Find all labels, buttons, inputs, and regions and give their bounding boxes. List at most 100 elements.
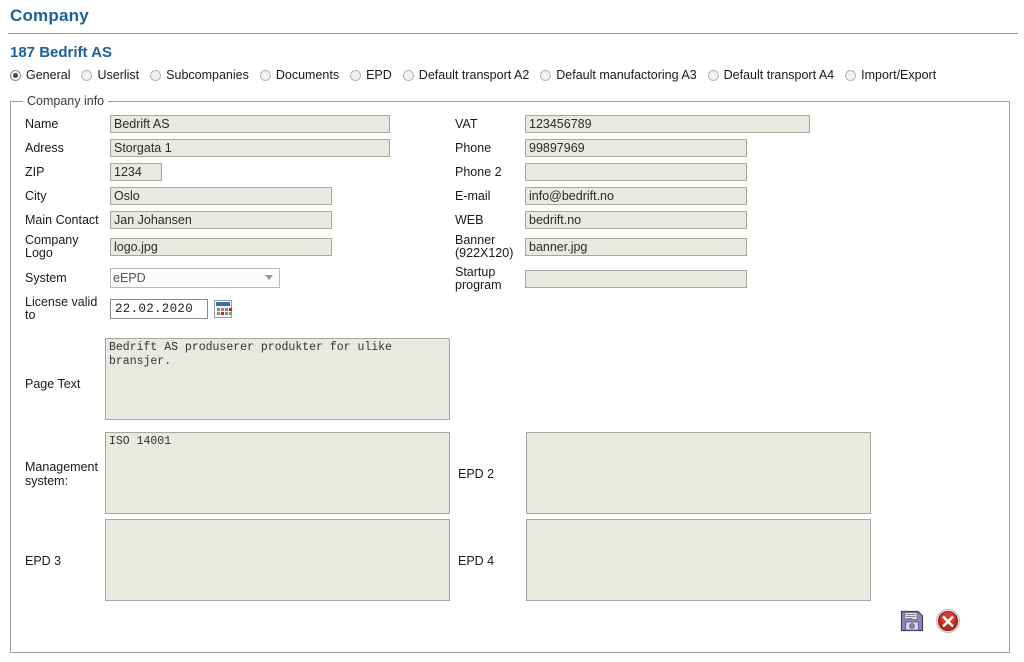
label-company-logo: Company Logo [25,234,110,260]
label-vat: VAT [455,116,478,131]
field-row-vat: VAT [455,112,875,136]
label-system: System [25,270,67,285]
label-phone2: Phone 2 [455,164,502,179]
label-banner: Banner (922X120) [455,234,525,260]
page-header: Company [0,0,1024,26]
label-line-1: Management [25,460,98,474]
tab-general[interactable]: General [10,68,70,82]
label-line-1: Banner [455,233,496,247]
zip-input[interactable] [110,163,162,181]
label-line-2: system: [25,474,69,488]
field-row-startup-program: Startup program [455,262,875,296]
email-input[interactable] [525,187,747,205]
radio-icon-general[interactable] [10,69,21,81]
label-line-2: program [455,278,502,292]
label-license-valid-to: License valid to [25,296,110,322]
save-button[interactable] [899,608,925,634]
label-main-contact: Main Contact [25,212,99,227]
tab-label: Default transport A4 [723,68,835,82]
tab-default-manufactoring-a3[interactable]: Default manufactoring A3 [540,68,697,82]
tab-label: EPD [366,68,392,82]
field-row-phone: Phone [455,136,875,160]
record-title: 187 Bedrift AS [10,44,112,61]
field-row-name: Name [25,112,465,136]
phone-input[interactable] [525,139,747,157]
label-email: E-mail [455,188,491,203]
field-row-system: System eEPD [25,262,465,294]
field-row-adress: Adress [25,136,465,160]
label-epd3: EPD 3 [25,554,62,568]
tab-import-export[interactable]: Import/Export [845,68,936,82]
field-row-license-valid-to: License valid to [25,294,465,324]
radio-icon-default-manufactoring-a3[interactable] [540,69,552,81]
radio-icon-documents[interactable] [259,69,271,81]
form-column-right: VAT Phone Phone 2 E-mail WEB [455,112,875,296]
fieldset-legend: Company info [23,94,109,108]
label-line-1: License valid [25,295,98,309]
tab-default-transport-a2[interactable]: Default transport A2 [402,68,530,82]
tab-label: Documents [275,68,340,82]
phone2-input[interactable] [525,163,747,181]
system-select[interactable]: eEPD [110,268,280,288]
tab-epd[interactable]: EPD [350,68,392,82]
tab-subcompanies[interactable]: Subcompanies [150,68,249,82]
tab-radio-group: General Userlist Subcompanies Documents … [10,68,1024,82]
adress-input[interactable] [110,139,390,157]
label-adress: Adress [25,140,64,155]
radio-icon-import-export[interactable] [845,69,857,81]
city-input[interactable] [110,187,332,205]
label-line-2: to [25,308,36,322]
radio-icon-userlist[interactable] [81,69,93,81]
main-contact-input[interactable] [110,211,332,229]
epd3-textarea[interactable] [105,519,450,601]
banner-input[interactable] [525,238,747,256]
tab-label: Subcompanies [166,68,249,82]
tab-label: Userlist [97,68,140,82]
name-input[interactable] [110,115,390,133]
cancel-button[interactable] [935,608,961,634]
tab-label: Import/Export [861,68,937,82]
company-info-fieldset: Company info Name Adress ZIP City Main C… [10,94,1010,653]
radio-icon-default-transport-a4[interactable] [707,69,719,81]
tab-label: Default transport A2 [418,68,530,82]
system-select-wrap[interactable]: eEPD [110,268,280,288]
label-zip: ZIP [25,164,45,179]
vat-input[interactable] [525,115,810,133]
radio-icon-default-transport-a2[interactable] [402,69,414,81]
management-system-textarea[interactable]: ISO 14001 [105,432,450,514]
company-logo-input[interactable] [110,238,332,256]
header-divider [8,33,1018,34]
tab-documents[interactable]: Documents [259,68,340,82]
form-column-left: Name Adress ZIP City Main Contact [25,112,465,324]
field-row-web: WEB [455,208,875,232]
tab-default-transport-a4[interactable]: Default transport A4 [707,68,835,82]
floppy-disk-save-icon [900,610,924,632]
label-line-1: Company [25,233,79,247]
label-epd4: EPD 4 [458,554,495,568]
field-row-email: E-mail [455,184,875,208]
red-x-cancel-icon [936,609,960,633]
tab-label: Default manufactoring A3 [556,68,697,82]
field-row-zip: ZIP [25,160,465,184]
action-bar [899,608,961,634]
epd4-textarea[interactable] [526,519,871,601]
calendar-icon[interactable] [214,300,232,318]
label-epd2: EPD 2 [458,467,495,481]
tab-userlist[interactable]: Userlist [81,68,139,82]
radio-icon-subcompanies[interactable] [150,69,162,81]
page-text-textarea[interactable]: Bedrift AS produserer produkter for ulik… [105,338,450,420]
web-input[interactable] [525,211,747,229]
label-page-text: Page Text [25,377,81,391]
field-row-city: City [25,184,465,208]
field-row-company-logo: Company Logo [25,232,465,262]
label-line-2: Logo [25,246,53,260]
epd2-textarea[interactable] [526,432,871,514]
label-phone: Phone [455,140,492,155]
label-startup-program: Startup program [455,266,525,292]
license-valid-to-input[interactable] [110,299,208,319]
label-city: City [25,188,47,203]
radio-icon-epd[interactable] [350,69,362,81]
label-line-2: (922X120) [455,246,514,260]
page-title: Company [10,6,89,25]
startup-program-input[interactable] [525,270,747,288]
